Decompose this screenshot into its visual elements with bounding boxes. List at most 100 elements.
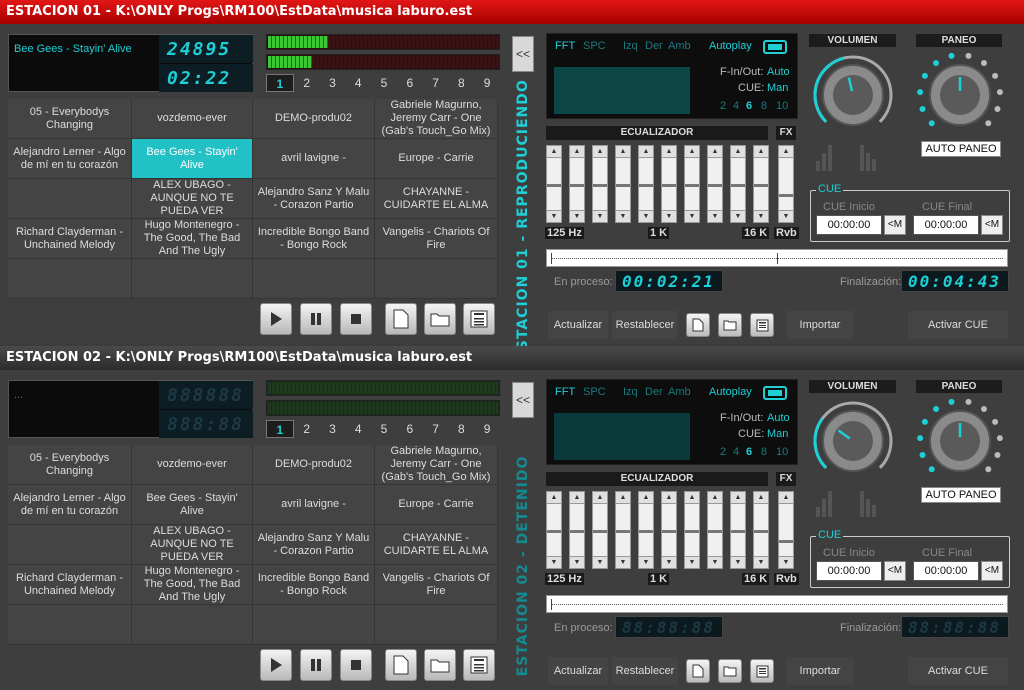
page-button-2[interactable]: 2 (294, 420, 320, 438)
page-button-1[interactable]: 1 (266, 74, 294, 92)
slider-up-arrow-icon[interactable]: ▲ (754, 492, 768, 504)
collapse-button[interactable]: << (512, 382, 534, 418)
seek-position-marker[interactable] (551, 599, 552, 610)
collapse-button[interactable]: << (512, 36, 534, 72)
slider-up-arrow-icon[interactable]: ▲ (547, 492, 561, 504)
slider-down-arrow-icon[interactable]: ▼ (685, 210, 699, 222)
slider-thumb[interactable] (754, 184, 768, 187)
page-button-5[interactable]: 5 (371, 420, 397, 438)
save-cue-button[interactable] (750, 659, 774, 683)
cart-cell[interactable] (8, 605, 132, 645)
spc-tab[interactable]: SPC (583, 40, 606, 52)
eq-band-slider[interactable]: ▲ ▼ (730, 145, 746, 223)
importar-button[interactable]: Importar (786, 311, 854, 339)
open-cue-button[interactable] (718, 659, 742, 683)
slider-thumb[interactable] (731, 184, 745, 187)
auto-pan-button[interactable]: AUTO PANEO (921, 141, 1001, 157)
spc-tab[interactable]: SPC (583, 386, 606, 398)
cart-cell[interactable]: 05 - Everybodys Changing (8, 99, 132, 139)
cart-cell[interactable]: Gabriele Magurno, Jeremy Carr - One (Gab… (375, 99, 498, 139)
cart-cell[interactable] (375, 259, 498, 299)
page-button-4[interactable]: 4 (345, 74, 371, 92)
autoplay-switch-icon[interactable] (763, 386, 787, 400)
slider-down-arrow-icon[interactable]: ▼ (731, 210, 745, 222)
rate-6[interactable]: 6 (746, 100, 752, 112)
cart-cell[interactable]: Alejandro Lerner - Algo de mí en tu cora… (8, 485, 132, 525)
page-button-1[interactable]: 1 (266, 420, 294, 438)
play-button[interactable] (260, 303, 292, 335)
page-button-7[interactable]: 7 (423, 74, 449, 92)
autoplay-toggle[interactable]: Autoplay (709, 386, 752, 398)
eq-band-slider[interactable]: ▲ ▼ (615, 491, 631, 569)
rate-8[interactable]: 8 (761, 100, 767, 112)
play-button[interactable] (260, 649, 292, 681)
page-button-3[interactable]: 3 (320, 420, 346, 438)
cart-cell[interactable]: Alejandro Sanz Y Malu - Corazon Partio (253, 179, 375, 219)
slider-up-arrow-icon[interactable]: ▲ (779, 146, 793, 158)
slider-up-arrow-icon[interactable]: ▲ (570, 146, 584, 158)
slider-thumb[interactable] (662, 184, 676, 187)
slider-up-arrow-icon[interactable]: ▲ (779, 492, 793, 504)
slider-thumb[interactable] (547, 184, 561, 187)
page-button-6[interactable]: 6 (397, 74, 423, 92)
page-button-9[interactable]: 9 (474, 74, 500, 92)
cue-end-input[interactable]: 00:00:00 (913, 561, 979, 581)
cart-cell[interactable]: DEMO-produ02 (253, 445, 375, 485)
seek-position-marker[interactable] (777, 253, 778, 264)
cue-mode-value[interactable]: Man (767, 428, 788, 440)
autoplay-toggle[interactable]: Autoplay (709, 40, 752, 52)
slider-thumb[interactable] (685, 184, 699, 187)
cart-cell[interactable]: Alejandro Lerner - Algo de mí en tu cora… (8, 139, 132, 179)
fade-value[interactable]: Auto (767, 412, 790, 424)
new-cue-button[interactable] (686, 313, 710, 337)
page-button-5[interactable]: 5 (371, 74, 397, 92)
slider-down-arrow-icon[interactable]: ▼ (593, 556, 607, 568)
cart-cell[interactable] (8, 259, 132, 299)
page-button-6[interactable]: 6 (397, 420, 423, 438)
eq-band-slider[interactable]: ▲ ▼ (638, 491, 654, 569)
slider-up-arrow-icon[interactable]: ▲ (593, 492, 607, 504)
page-button-7[interactable]: 7 (423, 420, 449, 438)
slider-down-arrow-icon[interactable]: ▼ (708, 556, 722, 568)
eq-band-slider[interactable]: ▲ ▼ (661, 145, 677, 223)
cart-cell[interactable]: DEMO-produ02 (253, 99, 375, 139)
cart-cell[interactable]: Hugo Montenegro - The Good, The Bad And … (132, 219, 253, 259)
reverb-slider[interactable]: ▲ ▼ (778, 145, 794, 223)
slider-up-arrow-icon[interactable]: ▲ (547, 146, 561, 158)
reverb-slider[interactable]: ▲ ▼ (778, 491, 794, 569)
cart-cell[interactable]: avril lavigne - (253, 139, 375, 179)
slider-thumb[interactable] (685, 530, 699, 533)
slider-down-arrow-icon[interactable]: ▼ (616, 556, 630, 568)
rate-10[interactable]: 10 (776, 100, 788, 112)
new-list-button[interactable] (385, 649, 417, 681)
cart-cell[interactable]: 05 - Everybodys Changing (8, 445, 132, 485)
eq-band-slider[interactable]: ▲ ▼ (546, 145, 562, 223)
eq-band-slider[interactable]: ▲ ▼ (753, 145, 769, 223)
cart-cell[interactable]: Hugo Montenegro - The Good, The Bad And … (132, 565, 253, 605)
cart-cell[interactable]: Richard Clayderman - Unchained Melody (8, 219, 132, 259)
slider-up-arrow-icon[interactable]: ▲ (616, 492, 630, 504)
cue-start-input[interactable]: 00:00:00 (816, 215, 882, 235)
auto-pan-button[interactable]: AUTO PANEO (921, 487, 1001, 503)
eq-band-slider[interactable]: ▲ ▼ (707, 491, 723, 569)
slider-down-arrow-icon[interactable]: ▼ (754, 556, 768, 568)
rate-2[interactable]: 2 (720, 100, 726, 112)
cart-cell[interactable]: Incredible Bongo Band - Bongo Rock (253, 565, 375, 605)
slider-down-arrow-icon[interactable]: ▼ (593, 210, 607, 222)
cue-start-input[interactable]: 00:00:00 (816, 561, 882, 581)
cart-cell[interactable]: Bee Gees - Stayin' Alive (132, 139, 253, 179)
importar-button[interactable]: Importar (786, 657, 854, 685)
open-cue-button[interactable] (718, 313, 742, 337)
cart-cell[interactable]: CHAYANNE - CUIDARTE EL ALMA (375, 525, 498, 565)
save-list-button[interactable] (463, 303, 495, 335)
cue-end-input[interactable]: 00:00:00 (913, 215, 979, 235)
slider-down-arrow-icon[interactable]: ▼ (662, 556, 676, 568)
slider-up-arrow-icon[interactable]: ▲ (731, 492, 745, 504)
autoplay-switch-icon[interactable] (763, 40, 787, 54)
slider-up-arrow-icon[interactable]: ▲ (685, 146, 699, 158)
cart-cell[interactable]: Vangelis - Chariots Of Fire (375, 219, 498, 259)
new-list-button[interactable] (385, 303, 417, 335)
amb-tab[interactable]: Amb (668, 386, 691, 398)
pause-button[interactable] (300, 303, 332, 335)
cart-cell[interactable]: ALEX UBAGO - AUNQUE NO TE PUEDA VER (132, 525, 253, 565)
